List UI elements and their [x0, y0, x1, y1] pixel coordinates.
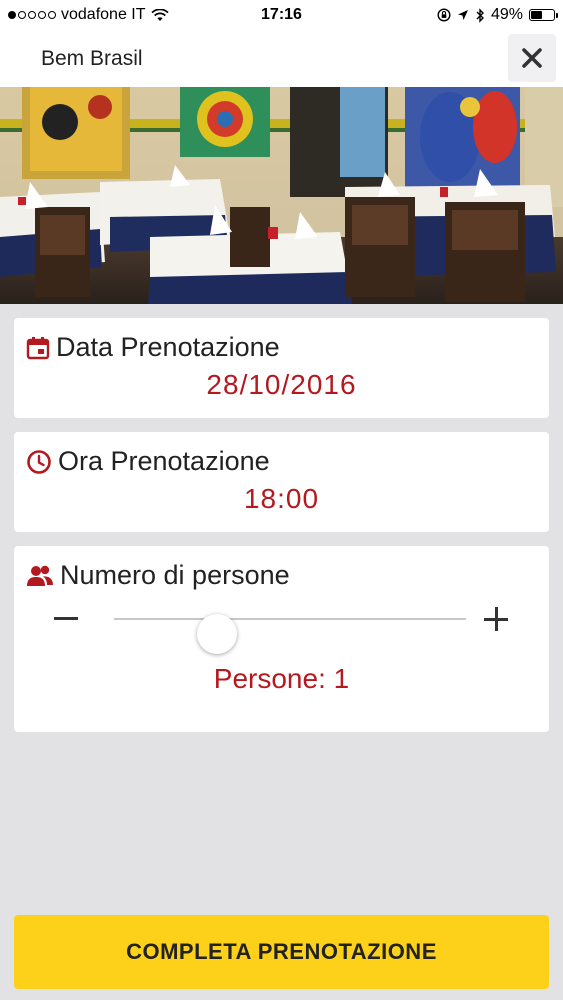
people-label: Numero di persone — [60, 560, 290, 590]
time-header: Ora Prenotazione — [14, 432, 549, 477]
time-label: Ora Prenotazione — [58, 446, 270, 476]
close-icon — [522, 48, 542, 68]
date-label: Data Prenotazione — [56, 332, 280, 362]
status-bar: vodafone IT 17:16 49% — [0, 0, 563, 30]
time-card[interactable]: Ora Prenotazione 18:00 — [14, 432, 549, 532]
people-slider-thumb[interactable] — [197, 614, 237, 654]
people-icon — [27, 565, 53, 586]
restaurant-image — [0, 87, 563, 304]
battery-percentage: 49% — [490, 6, 523, 23]
wifi-icon — [150, 8, 169, 21]
people-slider-row — [14, 603, 549, 663]
lock-rotation-icon — [437, 8, 451, 22]
close-button[interactable] — [508, 34, 556, 82]
complete-booking-button[interactable]: COMPLETA PRENOTAZIONE — [14, 915, 549, 989]
battery-icon — [529, 9, 558, 21]
date-value[interactable]: 28/10/2016 — [14, 369, 549, 401]
minus-icon[interactable] — [54, 617, 78, 620]
time-value[interactable]: 18:00 — [14, 483, 549, 515]
calendar-icon — [26, 336, 50, 359]
clock-icon — [27, 449, 51, 474]
nav-header: Bem Brasil — [0, 30, 563, 87]
status-left: vodafone IT — [8, 6, 437, 24]
restaurant-title: Bem Brasil — [41, 46, 143, 70]
carrier-name: vodafone IT — [61, 6, 146, 23]
signal-strength-icon — [8, 11, 56, 19]
people-slider-track[interactable] — [114, 614, 466, 654]
status-right: 49% — [437, 6, 558, 24]
people-header: Numero di persone — [14, 546, 549, 591]
date-header: Data Prenotazione — [14, 318, 549, 363]
location-arrow-icon — [457, 10, 468, 20]
people-card: Numero di persone Persone: 1 — [14, 546, 549, 732]
people-count: Persone: 1 — [213, 663, 350, 694]
plus-icon[interactable] — [484, 607, 508, 631]
bluetooth-icon — [476, 7, 484, 23]
date-card[interactable]: Data Prenotazione 28/10/2016 — [14, 318, 549, 418]
